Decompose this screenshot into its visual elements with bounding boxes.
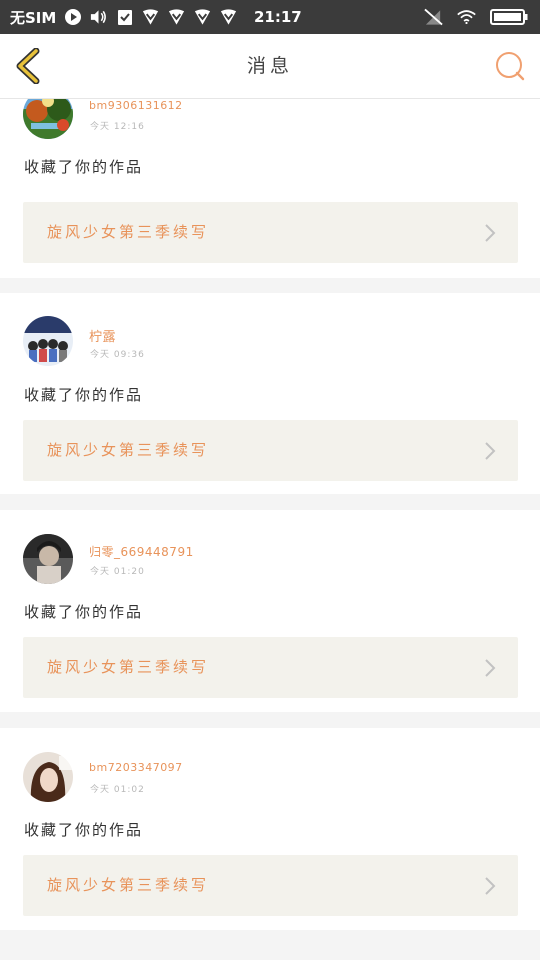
list-item: 柠露 今天 09:36 收藏了你的作品 旋风少女第三季续写 <box>0 293 540 494</box>
username[interactable]: 归零_669448791 <box>89 543 194 560</box>
message-action: 收藏了你的作品 <box>24 821 144 839</box>
search-button[interactable] <box>494 50 526 82</box>
clipboard-check-icon <box>115 8 134 27</box>
username[interactable]: bm7203347097 <box>89 761 183 774</box>
notification-v-icon <box>219 8 238 27</box>
work-link[interactable]: 旋风少女第三季续写 <box>23 420 518 481</box>
carrier-text: 无SIM <box>10 8 57 27</box>
status-bar: 无SIM 21:17 <box>0 0 540 34</box>
work-link[interactable]: 旋风少女第三季续写 <box>23 637 518 698</box>
media-play-icon <box>63 8 82 27</box>
search-icon <box>496 52 525 81</box>
message-list[interactable]: bm9306131612 今天 12:16 收藏了你的作品 旋风少女第三季续写 … <box>0 99 540 960</box>
message-action: 收藏了你的作品 <box>24 158 144 176</box>
avatar[interactable] <box>23 752 73 802</box>
message-time: 今天 12:16 <box>90 122 145 132</box>
work-link[interactable]: 旋风少女第三季续写 <box>23 855 518 916</box>
chevron-right-icon <box>484 658 496 678</box>
notification-v-icon <box>193 8 212 27</box>
work-title: 旋风少女第三季续写 <box>47 658 210 676</box>
message-time: 今天 01:02 <box>90 785 145 795</box>
work-title: 旋风少女第三季续写 <box>47 876 210 894</box>
chevron-right-icon <box>484 223 496 243</box>
volume-icon <box>89 8 108 27</box>
username[interactable]: bm9306131612 <box>89 99 183 112</box>
list-item: bm9306131612 今天 12:16 收藏了你的作品 旋风少女第三季续写 <box>0 99 540 278</box>
work-title: 旋风少女第三季续写 <box>47 223 210 241</box>
message-action: 收藏了你的作品 <box>24 386 144 404</box>
avatar[interactable] <box>23 99 73 139</box>
list-item: bm7203347097 今天 01:02 收藏了你的作品 旋风少女第三季续写 <box>0 728 540 930</box>
header-bar: 消息 <box>0 34 540 99</box>
work-link[interactable]: 旋风少女第三季续写 <box>23 202 518 263</box>
wifi-icon <box>457 8 476 27</box>
list-item: 归零_669448791 今天 01:20 收藏了你的作品 旋风少女第三季续写 <box>0 510 540 712</box>
chevron-right-icon <box>484 441 496 461</box>
page-title: 消息 <box>246 55 293 77</box>
message-action: 收藏了你的作品 <box>24 603 144 621</box>
chevron-right-icon <box>484 876 496 896</box>
notification-v-icon <box>141 8 160 27</box>
avatar[interactable] <box>23 534 73 584</box>
message-time: 今天 09:36 <box>90 350 145 360</box>
avatar[interactable] <box>23 316 73 366</box>
battery-icon <box>490 8 528 26</box>
status-time: 21:17 <box>254 8 302 26</box>
no-signal-icon <box>424 8 443 27</box>
message-time: 今天 01:20 <box>90 567 145 577</box>
username[interactable]: 柠露 <box>89 326 116 345</box>
notification-v-icon <box>167 8 186 27</box>
work-title: 旋风少女第三季续写 <box>47 441 210 459</box>
